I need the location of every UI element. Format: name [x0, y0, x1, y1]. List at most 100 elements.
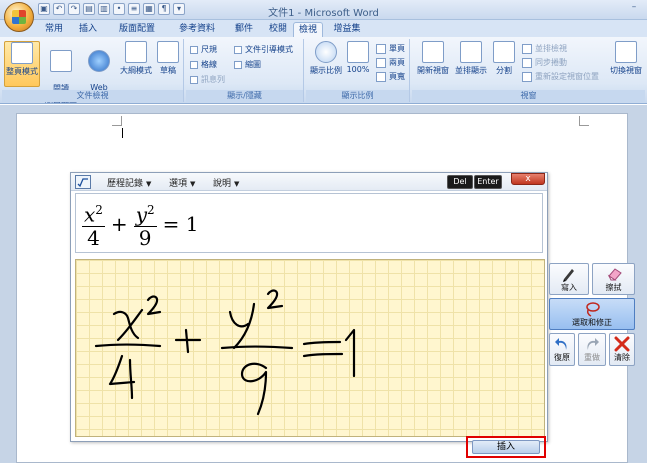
math-panel-header: 歷程記錄 ▼ 選項 ▼ 說明 ▼ Del Enter x — [71, 173, 547, 191]
two-pages-label: 兩頁 — [389, 58, 405, 67]
new-window-button[interactable]: 開新視窗 — [414, 41, 452, 87]
document-map-checkbox[interactable]: 文件引導模式 — [234, 44, 293, 55]
reset-position-button: 重新設定視窗位置 — [522, 71, 599, 82]
insert-button[interactable]: 插入 — [472, 440, 540, 454]
redo-button: 重做 — [578, 333, 606, 366]
numerator-x: x2 — [82, 199, 105, 227]
tab-references[interactable]: 參考資料 — [172, 22, 222, 37]
zoom-label: 顯示比例 — [310, 66, 342, 75]
tab-insert[interactable]: 插入 — [74, 22, 102, 37]
tab-home[interactable]: 常用 — [40, 22, 68, 37]
options-label: 選項 — [169, 179, 188, 189]
checkbox-icon — [234, 60, 242, 69]
plus-sign: + — [110, 212, 128, 236]
group-show-hide: 尺規 文件引導模式 格線 縮圖 訊息列 顯示/隱藏 — [186, 39, 304, 102]
thumbnails-checkbox[interactable]: 縮圖 — [234, 59, 261, 70]
reset-position-label: 重新設定視窗位置 — [535, 72, 599, 81]
page-width-label: 頁寬 — [389, 72, 405, 81]
enter-key-button[interactable]: Enter — [474, 175, 502, 189]
draft-button[interactable]: 草稿 — [154, 41, 182, 87]
math-panel-logo-icon — [75, 175, 91, 189]
title-bar: ▣ ↶ ↷ ▤ ▥ • ≡ ▦ ¶ ▾ 文件1 - Microsoft Word… — [0, 0, 647, 32]
equals-one: = 1 — [162, 212, 199, 236]
one-page-button[interactable]: 單頁 — [376, 43, 405, 54]
ruler-checkbox[interactable]: 尺規 — [190, 44, 217, 55]
outline-icon — [125, 41, 147, 63]
page-width-icon — [376, 71, 386, 82]
checkbox-icon — [190, 75, 198, 84]
minimize-button[interactable]: – — [627, 2, 641, 14]
web-layout-button[interactable]: Web 版面配置 — [82, 41, 116, 102]
ink-x-stroke1 — [112, 310, 140, 340]
two-pages-icon — [376, 57, 386, 68]
ink-equals-top — [302, 340, 342, 346]
ink-fraction-bar-2 — [220, 345, 294, 350]
lasso-icon — [586, 302, 600, 317]
ink-exponent-2b — [266, 289, 284, 310]
book-icon — [50, 50, 72, 72]
exponent-y: 2 — [147, 203, 155, 218]
numerator-y: y2 — [133, 199, 157, 227]
checkbox-icon — [190, 60, 198, 69]
tab-page-layout[interactable]: 版面配置 — [112, 22, 162, 37]
ruler-label: 尺規 — [201, 45, 217, 54]
tab-view[interactable]: 檢視 — [293, 22, 323, 37]
print-layout-button[interactable]: 整頁模式 — [4, 41, 40, 87]
exponent-x: 2 — [95, 203, 103, 218]
write-label: 寫入 — [561, 283, 577, 292]
group-label-window: 視窗 — [412, 90, 645, 102]
tab-mailings[interactable]: 郵件 — [230, 22, 258, 37]
office-logo-icon — [12, 10, 26, 24]
page-icon — [11, 42, 33, 64]
new-window-label: 開新視窗 — [417, 66, 449, 75]
group-window: 開新視窗 並排顯示 分割 並排檢視 同步捲動 重新設定視窗位置 切換視窗 視窗 — [412, 39, 645, 102]
draft-label: 草稿 — [160, 66, 176, 75]
text-cursor — [122, 128, 123, 138]
arrange-all-label: 並排顯示 — [455, 66, 487, 75]
gridlines-checkbox[interactable]: 格線 — [190, 59, 217, 70]
fraction-y: y2 9 — [133, 199, 157, 250]
ink-nine — [240, 362, 268, 416]
one-page-icon — [376, 43, 386, 54]
zoom-100-button[interactable]: 100% — [344, 41, 372, 87]
outline-button[interactable]: 大綱模式 — [118, 41, 154, 87]
switch-windows-label: 切換視窗 — [610, 66, 642, 75]
fraction-x: x2 4 — [82, 199, 105, 249]
erase-button[interactable]: 擦拭 — [592, 263, 635, 295]
help-menu[interactable]: 說明 ▼ — [213, 176, 239, 189]
tab-review[interactable]: 校閱 — [264, 22, 292, 37]
denominator-y: 9 — [138, 225, 152, 250]
office-button[interactable] — [4, 2, 34, 32]
gridlines-label: 格線 — [201, 60, 217, 69]
select-and-correct-button[interactable]: 選取和修正 — [549, 298, 635, 330]
margin-mark — [579, 116, 589, 126]
zoom-button[interactable]: 顯示比例 — [308, 41, 344, 87]
arrange-all-button[interactable]: 並排顯示 — [452, 41, 490, 87]
sync-scroll-icon — [522, 57, 532, 68]
chevron-down-icon: ▼ — [234, 180, 240, 188]
clear-button[interactable]: 清除 — [609, 333, 635, 366]
help-label: 說明 — [213, 179, 232, 189]
ribbon: 整頁模式 閱讀 版面配置 Web 版面配置 大綱模式 草稿 文件檢視 尺規 文件… — [0, 37, 647, 104]
tab-add-ins[interactable]: 增益集 — [328, 22, 366, 37]
switch-windows-button[interactable]: 切換視窗 — [608, 41, 644, 87]
message-bar-label: 訊息列 — [201, 75, 225, 84]
undo-label: 復原 — [554, 353, 570, 362]
switch-windows-icon — [615, 41, 637, 63]
writing-area[interactable] — [75, 259, 545, 437]
write-button[interactable]: 寫入 — [549, 263, 589, 295]
one-page-label: 單頁 — [389, 44, 405, 53]
full-screen-reading-button[interactable]: 閱讀 版面配置 — [42, 41, 80, 104]
del-key-button[interactable]: Del — [447, 175, 473, 189]
history-menu[interactable]: 歷程記錄 ▼ — [107, 176, 151, 189]
page-100-icon — [347, 41, 369, 63]
two-pages-button[interactable]: 兩頁 — [376, 57, 405, 68]
undo-button[interactable]: 復原 — [549, 333, 575, 366]
side-by-side-label: 並排檢視 — [535, 44, 567, 53]
options-menu[interactable]: 選項 ▼ — [169, 176, 195, 189]
group-document-views: 整頁模式 閱讀 版面配置 Web 版面配置 大綱模式 草稿 文件檢視 — [2, 39, 184, 104]
split-button[interactable]: 分割 — [490, 41, 518, 87]
denominator-x: 4 — [87, 225, 100, 250]
page-width-button[interactable]: 頁寬 — [376, 71, 405, 82]
close-button[interactable]: x — [511, 173, 545, 185]
